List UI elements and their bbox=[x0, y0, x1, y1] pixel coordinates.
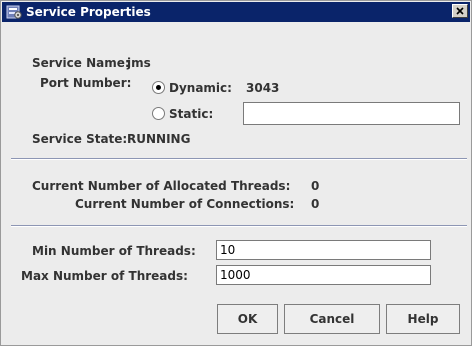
title-bar[interactable]: Service Properties bbox=[2, 2, 470, 22]
static-port-input[interactable] bbox=[243, 102, 460, 125]
port-number-label: Port Number: bbox=[40, 76, 132, 90]
radio-selected-dot bbox=[156, 85, 161, 90]
separator-2 bbox=[11, 225, 467, 227]
allocated-threads-label: Current Number of Allocated Threads: bbox=[32, 179, 291, 193]
max-threads-label: Max Number of Threads: bbox=[21, 269, 188, 283]
connections-label: Current Number of Connections: bbox=[75, 197, 295, 211]
static-radio[interactable] bbox=[152, 107, 165, 120]
min-threads-input[interactable] bbox=[216, 240, 431, 260]
dynamic-port-value: 3043 bbox=[246, 81, 280, 95]
close-button[interactable] bbox=[452, 4, 468, 18]
service-name-label: Service Name: bbox=[32, 56, 130, 70]
cancel-button[interactable]: Cancel bbox=[284, 304, 380, 334]
min-threads-label: Min Number of Threads: bbox=[32, 244, 196, 258]
static-label: Static: bbox=[169, 107, 214, 121]
service-state-label: Service State: bbox=[32, 132, 128, 146]
service-properties-icon bbox=[6, 5, 22, 19]
help-button[interactable]: Help bbox=[386, 304, 460, 334]
close-icon bbox=[456, 7, 464, 15]
service-state-value: RUNNING bbox=[127, 132, 191, 146]
service-properties-dialog: Service Properties Service Name: jms Por… bbox=[0, 0, 472, 346]
max-threads-input[interactable] bbox=[216, 265, 431, 285]
dynamic-label: Dynamic: bbox=[169, 81, 232, 95]
service-name-value: jms bbox=[127, 56, 151, 70]
ok-button[interactable]: OK bbox=[217, 304, 278, 334]
allocated-threads-value: 0 bbox=[311, 179, 320, 193]
window-title: Service Properties bbox=[26, 5, 151, 19]
connections-value: 0 bbox=[311, 197, 320, 211]
dynamic-radio[interactable] bbox=[152, 81, 165, 94]
separator-1 bbox=[11, 158, 467, 160]
